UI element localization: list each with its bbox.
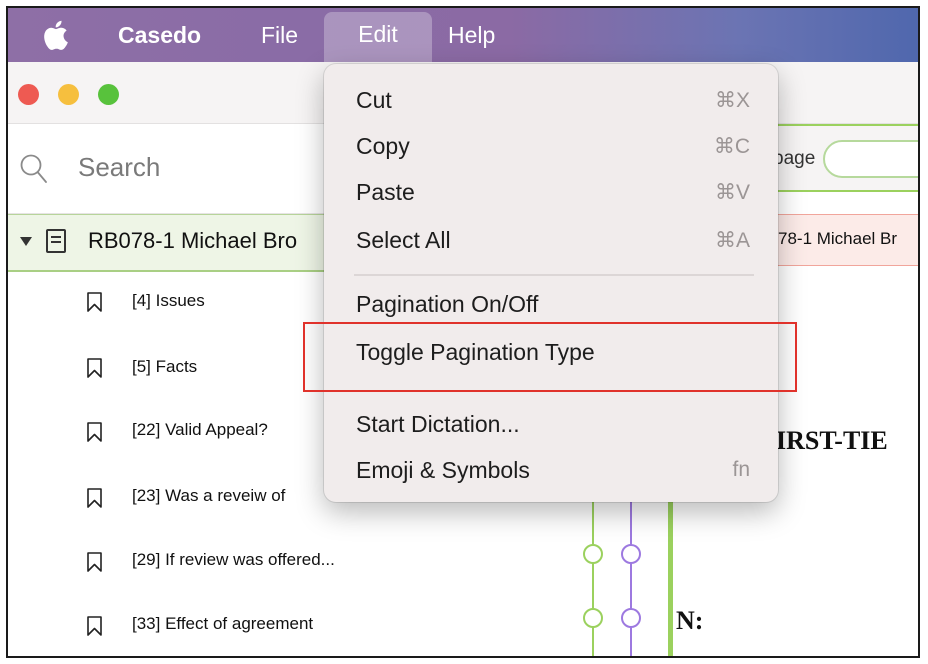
bookmark-icon bbox=[87, 552, 102, 572]
bookmark-icon bbox=[87, 422, 102, 442]
menu-item-shortcut: ⌘X bbox=[714, 89, 750, 112]
green-link-track bbox=[592, 502, 594, 656]
outline-item-label: [33] Effect of agreement bbox=[132, 614, 314, 633]
green-link-node-icon[interactable] bbox=[583, 544, 603, 564]
disclosure-triangle-icon[interactable] bbox=[20, 237, 32, 246]
menu-item-shortcut: ⌘V bbox=[714, 181, 750, 204]
screenshot-frame: Casedo File Edit Help Search RB078-1 Mic… bbox=[6, 6, 920, 658]
search-input[interactable]: Search bbox=[78, 152, 160, 183]
menu-item-cut[interactable]: Cut ⌘X bbox=[324, 78, 778, 124]
menu-item-label: Paste bbox=[356, 179, 415, 205]
menu-item-label: Start Dictation... bbox=[356, 411, 520, 437]
close-window-button[interactable] bbox=[18, 84, 39, 105]
outline-item-label: [22] Valid Appeal? bbox=[132, 420, 268, 439]
menu-item-label: Select All bbox=[356, 227, 451, 253]
menu-item-copy[interactable]: Copy ⌘C bbox=[324, 124, 778, 170]
document-heading: IRST-TIE bbox=[776, 426, 888, 455]
search-icon bbox=[20, 154, 47, 183]
menu-item-start-dictation[interactable]: Start Dictation... bbox=[324, 402, 778, 448]
edit-menu-dropdown: Cut ⌘X Copy ⌘C Paste ⌘V Select All ⌘A Pa… bbox=[324, 64, 778, 502]
apple-logo-icon[interactable] bbox=[42, 20, 68, 50]
menu-item-shortcut: ⌘C bbox=[713, 135, 750, 158]
purple-link-node-icon[interactable] bbox=[621, 544, 641, 564]
outline-item-label: [23] Was a reveiw of bbox=[132, 486, 286, 505]
bookmark-icon bbox=[87, 358, 102, 378]
outline-root-label: RB078-1 Michael Bro bbox=[88, 228, 298, 253]
menu-separator bbox=[354, 274, 754, 276]
menu-edit[interactable]: Edit bbox=[324, 12, 432, 62]
menu-file[interactable]: File bbox=[261, 8, 298, 62]
menu-help[interactable]: Help bbox=[448, 8, 495, 62]
document-icon bbox=[46, 229, 66, 253]
bookmark-icon bbox=[87, 488, 102, 508]
menu-item-shortcut: ⌘A bbox=[714, 229, 750, 252]
minimize-window-button[interactable] bbox=[58, 84, 79, 105]
menu-item-label: Emoji & Symbols bbox=[356, 457, 530, 483]
menu-bar: Casedo File Edit Help bbox=[8, 8, 918, 62]
page-number-input[interactable] bbox=[823, 140, 918, 178]
bookmark-icon bbox=[87, 292, 102, 312]
purple-link-track bbox=[630, 502, 632, 656]
menu-item-label: Copy bbox=[356, 133, 410, 159]
zoom-window-button[interactable] bbox=[98, 84, 119, 105]
highlight-box bbox=[303, 322, 797, 392]
menu-item-emoji-symbols[interactable]: Emoji & Symbols fn bbox=[324, 448, 778, 494]
menu-item-label: Cut bbox=[356, 87, 392, 113]
outline-item[interactable]: [33] Effect of agreement bbox=[8, 592, 588, 656]
outline-item-label: [5] Facts bbox=[132, 357, 198, 376]
outline-item[interactable]: [29] If review was offered... bbox=[8, 528, 588, 592]
menu-item-label: Pagination On/Off bbox=[356, 291, 539, 317]
outline-item-label: [4] Issues bbox=[132, 291, 205, 310]
document-text: N: bbox=[676, 606, 704, 635]
purple-link-node-icon[interactable] bbox=[621, 608, 641, 628]
document-tab-label: 78-1 Michael Br bbox=[778, 229, 898, 248]
menu-app-name[interactable]: Casedo bbox=[118, 8, 201, 62]
menu-item-shortcut: fn bbox=[732, 458, 750, 481]
menu-item-paste[interactable]: Paste ⌘V bbox=[324, 170, 778, 216]
page-label: page bbox=[773, 148, 816, 169]
bookmark-icon bbox=[87, 616, 102, 636]
menu-item-select-all[interactable]: Select All ⌘A bbox=[324, 218, 778, 264]
green-link-node-icon[interactable] bbox=[583, 608, 603, 628]
outline-item-label: [29] If review was offered... bbox=[132, 550, 335, 569]
